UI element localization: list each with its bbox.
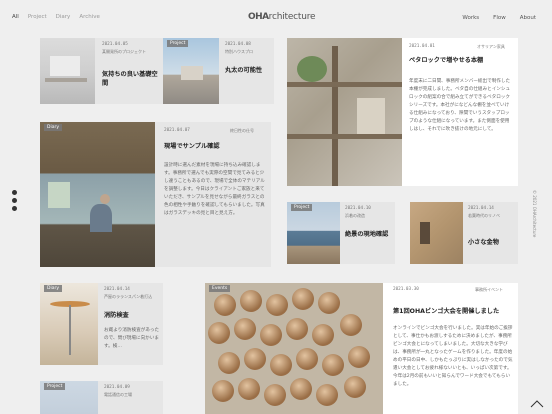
instagram-icon[interactable] bbox=[12, 190, 17, 195]
post-tag: 事務所イベント bbox=[475, 287, 503, 292]
category-label: Project bbox=[44, 383, 66, 390]
post-date: 2021.04.10 bbox=[345, 206, 371, 211]
category-label: Project bbox=[291, 204, 313, 211]
post-image bbox=[40, 283, 98, 365]
filter-diary[interactable]: Diary bbox=[56, 14, 71, 20]
post-tag: 若葉時代のリノベ bbox=[468, 213, 500, 218]
post-date: 2021.04.07 bbox=[164, 128, 190, 133]
post-date: 2021.04.05 bbox=[102, 42, 128, 47]
post-tag: 電話通信の工場 bbox=[104, 392, 132, 397]
copyright: © 2021 OHArchitecture bbox=[532, 190, 537, 238]
post-body: お蔵より消防検査があったので、問び現場に向かいます。検… bbox=[104, 328, 160, 349]
post-title: 絶景の現地確認 bbox=[345, 231, 389, 238]
scroll-top-icon[interactable] bbox=[530, 400, 544, 408]
category-label: Events bbox=[209, 285, 231, 292]
post-title: 小さな金物 bbox=[468, 239, 499, 246]
post-card[interactable]: Diary 2021.04.14 芦屋のラランスパン着打込 消防検査 お蔵より消… bbox=[40, 283, 163, 365]
post-tag: 特別ハウスプロ bbox=[225, 49, 253, 54]
post-body: 年度末に二日間、事務所メンバー総出で制作した本棚が完成しました。ベタ自の仕組みと… bbox=[409, 79, 511, 132]
post-date: 2021.04.14 bbox=[468, 206, 494, 211]
post-image bbox=[40, 38, 95, 104]
filter-project[interactable]: Project bbox=[28, 14, 47, 20]
header: All Project Diary Archive OHArchitecture… bbox=[0, 0, 552, 38]
nav-flow[interactable]: Flow bbox=[493, 15, 506, 21]
post-image bbox=[410, 202, 463, 264]
post-title: 消防検査 bbox=[104, 312, 129, 319]
post-card[interactable]: 2021.04.14 若葉時代のリノベ 小さな金物 bbox=[410, 202, 518, 264]
post-image bbox=[205, 283, 383, 414]
post-tag: 某開発所のプロジェクト bbox=[102, 49, 146, 54]
post-card[interactable]: Diary 2021.04.07 終日性の仕号 現場でサンプル確認 設計時に選ん… bbox=[40, 122, 271, 267]
post-title: 第1回OHAビンゴ大会を開催しました bbox=[393, 308, 500, 315]
post-date: 2021.04.14 bbox=[104, 287, 130, 292]
category-label: Project bbox=[167, 40, 189, 47]
post-image bbox=[163, 38, 219, 104]
post-card[interactable]: 2021.04.05 某開発所のプロジェクト 気持ちの良い基礎空間 bbox=[40, 38, 163, 104]
post-card[interactable]: Project 2021.04.08 特別ハウスプロ 丸太の可能性 bbox=[163, 38, 274, 104]
post-title: 現場でサンプル確認 bbox=[164, 143, 220, 150]
post-tag: オサリアン家具 bbox=[477, 44, 505, 49]
post-body: オンラインでビンゴ大会を行いました。実は年始のご挨拶として、事仕かもお渡しするた… bbox=[393, 326, 513, 387]
post-body: 設計時に選んだ素材を現場に持ち込み確認します。事務所で選んでも実際の空間で見てみ… bbox=[164, 163, 265, 216]
facebook-icon[interactable] bbox=[12, 198, 17, 203]
site-logo[interactable]: OHArchitecture bbox=[248, 12, 316, 22]
category-label: Diary bbox=[44, 285, 62, 292]
bingo-balls-illustration bbox=[205, 283, 383, 414]
post-tag: 芦屋のラランスパン着打込 bbox=[104, 294, 153, 299]
post-title: 丸太の可能性 bbox=[225, 67, 263, 74]
social-links bbox=[12, 190, 17, 211]
post-image bbox=[40, 122, 155, 267]
post-title: ベタロックで増やせる本棚 bbox=[409, 57, 484, 64]
post-card[interactable]: Events 2021.03.30 事務所イベント 第1回OHAビンゴ大会を開催… bbox=[205, 283, 518, 414]
post-date: 2021.03.30 bbox=[393, 287, 419, 292]
post-card[interactable]: Project 2021.04.09 電話通信の工場 bbox=[40, 381, 163, 414]
category-filter: All Project Diary Archive bbox=[12, 14, 100, 20]
post-date: 2021.04.01 bbox=[409, 44, 435, 49]
nav-works[interactable]: Works bbox=[462, 15, 479, 21]
post-tag: 浜着の改造 bbox=[345, 213, 365, 218]
category-label: Diary bbox=[44, 124, 62, 131]
twitter-icon[interactable] bbox=[12, 206, 17, 211]
post-title: 気持ちの良い基礎空間 bbox=[102, 71, 158, 87]
nav-about[interactable]: About bbox=[520, 15, 536, 21]
filter-archive[interactable]: Archive bbox=[79, 14, 100, 20]
post-date: 2021.04.08 bbox=[225, 42, 251, 47]
post-image bbox=[287, 38, 402, 186]
filter-all[interactable]: All bbox=[12, 14, 19, 20]
post-card[interactable]: 2021.04.01 オサリアン家具 ベタロックで増やせる本棚 年度末に二日間、… bbox=[287, 38, 518, 186]
post-tag: 終日性の仕号 bbox=[230, 128, 254, 133]
post-card[interactable]: Project 2021.04.10 浜着の改造 絶景の現地確認 bbox=[287, 202, 395, 264]
main-nav: Works Flow About bbox=[462, 15, 536, 21]
post-image bbox=[287, 202, 340, 264]
post-date: 2021.04.09 bbox=[104, 385, 130, 390]
